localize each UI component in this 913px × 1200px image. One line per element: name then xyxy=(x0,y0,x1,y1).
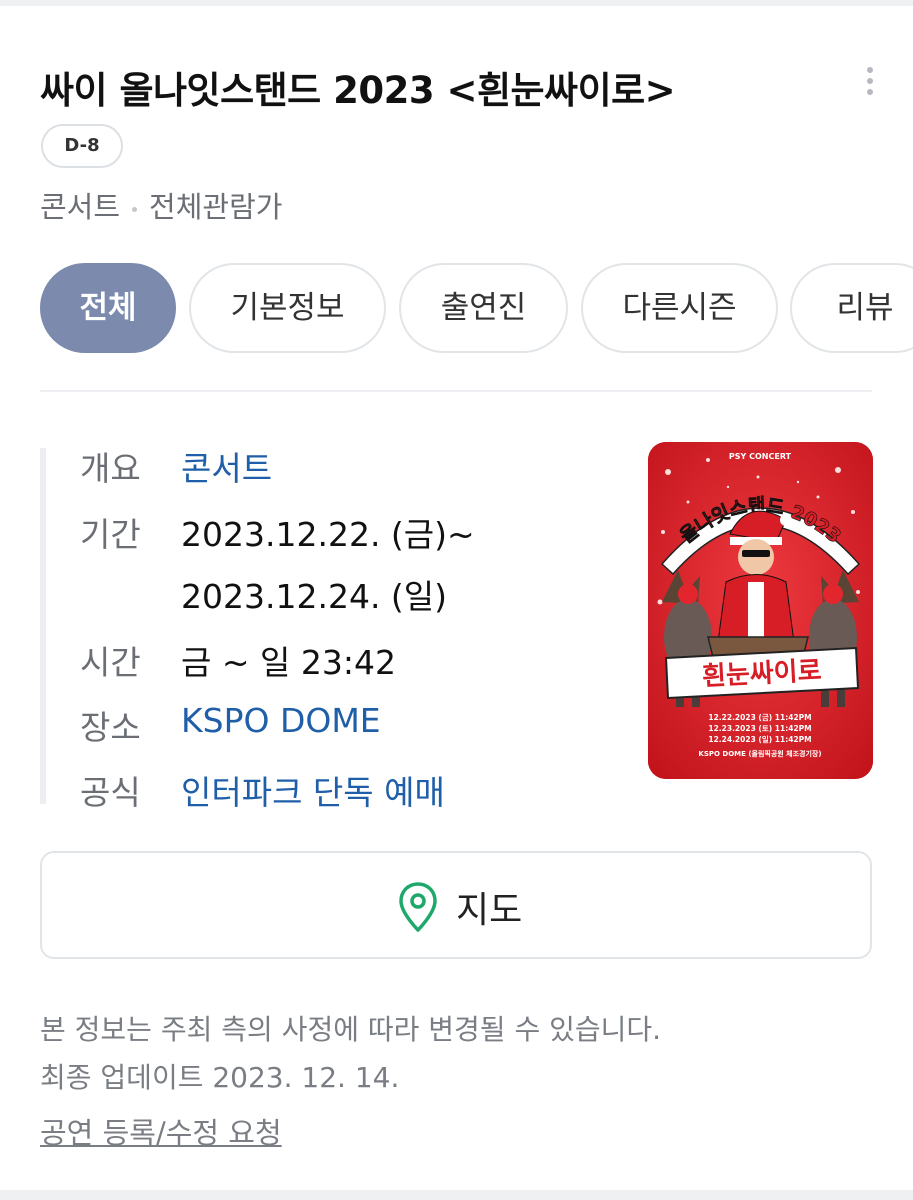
notice-text: 본 정보는 주최 측의 사정에 따라 변경될 수 있습니다. xyxy=(40,1013,662,1046)
info-label: 기간 xyxy=(80,515,141,554)
divider xyxy=(40,390,872,392)
tab-basic-info[interactable]: 기본정보 xyxy=(189,263,386,353)
dday-badge: D-8 xyxy=(41,124,123,168)
bottom-band xyxy=(0,1190,913,1200)
tab-other-seasons[interactable]: 다른시즌 xyxy=(581,263,778,353)
info-accent-bar xyxy=(40,448,46,804)
separator-dot xyxy=(132,206,138,212)
rating-text: 전체관람가 xyxy=(149,190,283,224)
period-start: 2023.12.22. (금)~ xyxy=(181,515,475,554)
overview-link[interactable]: 콘서트 xyxy=(181,442,272,490)
poster-venue: KSPO DOME (올림픽공원 체조경기장) xyxy=(698,749,821,758)
svg-text:흰눈싸이로: 흰눈싸이로 xyxy=(701,656,822,692)
info-label: 개요 xyxy=(80,449,141,488)
category-text: 콘서트 xyxy=(40,190,121,224)
poster-banner: 흰눈싸이로 xyxy=(664,646,860,700)
more-options-icon[interactable] xyxy=(855,62,885,102)
edit-request-link[interactable]: 공연 등록/수정 요청 xyxy=(40,1110,282,1152)
poster-date-2: 12.23.2023 (토) 11:42PM xyxy=(708,724,811,733)
info-label: 장소 xyxy=(80,708,141,747)
info-label: 시간 xyxy=(80,643,141,682)
tab-all[interactable]: 전체 xyxy=(40,263,176,353)
map-button-label: 지도 xyxy=(456,890,523,931)
time-value: 금 ~ 일 23:42 xyxy=(181,643,396,682)
page-title: 싸이 올나잇스탠드 2023 <흰눈싸이로> xyxy=(40,69,676,112)
meta-line: 콘서트 전체관람가 xyxy=(40,184,282,226)
poster-header: PSY CONCERT xyxy=(729,452,792,461)
poster-art: PSY CONCERT 올나잇스탠드 2023 흰눈싸이로 12.22.2023… xyxy=(648,442,873,779)
official-booking-link[interactable]: 인터파크 단독 예매 xyxy=(181,766,445,814)
tab-bar: 전체 기본정보 출연진 다른시즌 리뷰 xyxy=(40,263,913,355)
tab-reviews[interactable]: 리뷰 xyxy=(790,263,913,353)
poster-date-1: 12.22.2023 (금) 11:42PM xyxy=(708,713,811,722)
map-pin-icon xyxy=(399,882,437,932)
period-end: 2023.12.24. (일) xyxy=(181,577,448,616)
info-label: 공식 xyxy=(80,773,141,812)
poster-date-3: 12.24.2023 (일) 11:42PM xyxy=(708,734,811,744)
top-band xyxy=(0,0,913,6)
map-button[interactable]: 지도 xyxy=(40,851,872,959)
last-updated-text: 최종 업데이트 2023. 12. 14. xyxy=(40,1061,400,1094)
venue-link[interactable]: KSPO DOME xyxy=(181,701,381,740)
event-poster[interactable]: PSY CONCERT 올나잇스탠드 2023 흰눈싸이로 12.22.2023… xyxy=(648,442,873,779)
tab-cast[interactable]: 출연진 xyxy=(399,263,568,353)
